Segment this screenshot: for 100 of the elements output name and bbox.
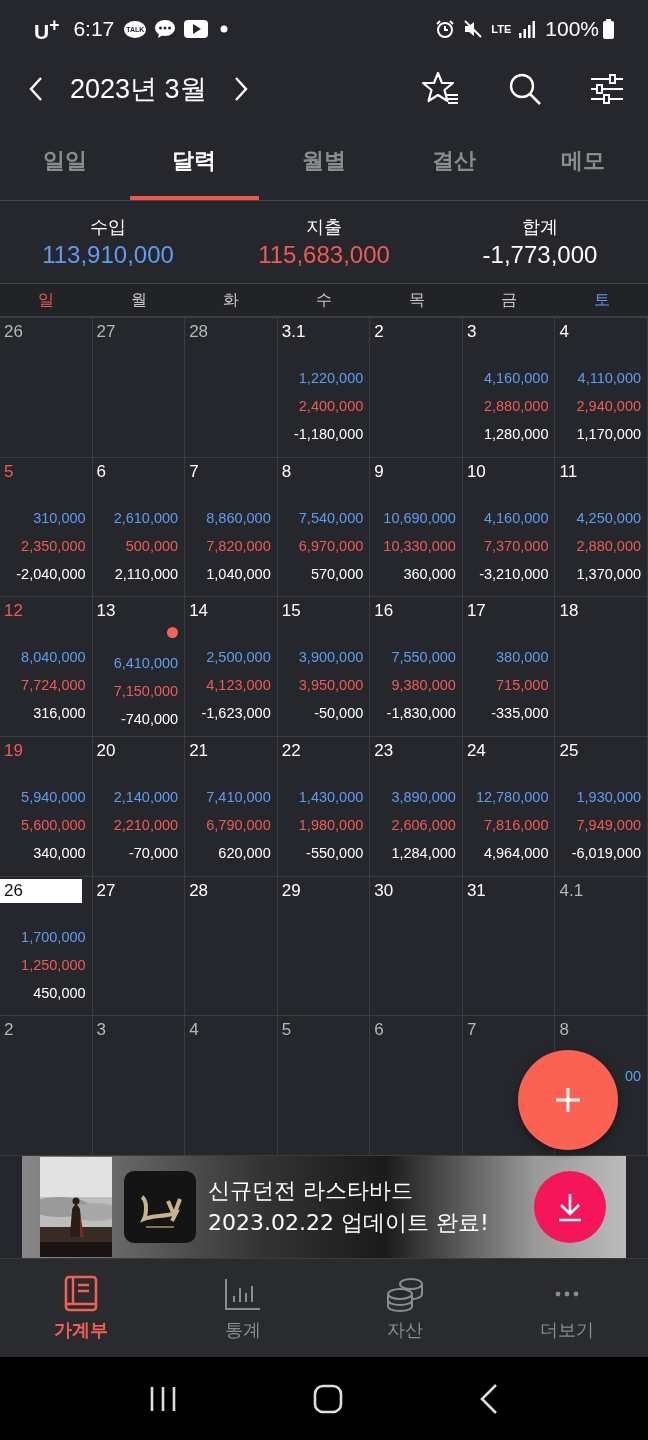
day-number[interactable]: 10 xyxy=(462,459,490,484)
total-amount: -3,210,000 xyxy=(479,564,549,584)
day-number[interactable]: 15 xyxy=(277,599,305,624)
day-number[interactable]: 13 xyxy=(92,599,120,624)
income-amount: 00 xyxy=(624,1067,642,1087)
day-number[interactable]: 27 xyxy=(92,878,120,903)
day-number[interactable]: 8 xyxy=(277,459,296,484)
day-number[interactable]: 17 xyxy=(462,599,490,624)
day-number[interactable]: 25 xyxy=(555,739,583,763)
expense-amount: 10,330,000 xyxy=(383,536,456,556)
day-number[interactable]: 22 xyxy=(277,739,305,763)
day-number[interactable]: 19 xyxy=(0,739,27,763)
battery-icon xyxy=(603,19,614,39)
expense-amount: 5,600,000 xyxy=(21,816,86,835)
income-amount: 7,550,000 xyxy=(391,648,456,668)
view-tab[interactable]: 결산 xyxy=(388,120,519,200)
nav-label: 자산 xyxy=(387,1318,423,1342)
play-icon xyxy=(184,20,209,38)
expense-amount: 2,210,000 xyxy=(113,816,179,835)
game-logo-icon xyxy=(124,1171,196,1243)
summary-label: 지출 xyxy=(306,215,342,239)
day-number[interactable]: 3 xyxy=(462,320,481,344)
day-number[interactable]: 18 xyxy=(555,599,583,624)
day-number[interactable]: 7 xyxy=(462,1018,481,1043)
day-number[interactable]: 14 xyxy=(185,599,213,624)
day-number[interactable]: 21 xyxy=(185,739,213,763)
income-amount: 4,250,000 xyxy=(576,508,642,528)
day-number[interactable]: 4 xyxy=(185,1018,203,1043)
day-number[interactable]: 23 xyxy=(370,739,398,763)
expense-amount: 2,880,000 xyxy=(483,397,549,416)
income-amount: 7,540,000 xyxy=(298,508,364,528)
total-amount: -1,830,000 xyxy=(386,704,456,724)
nav-tab[interactable]: 더보기 xyxy=(486,1259,648,1357)
expense-amount: 7,150,000 xyxy=(113,682,179,702)
expense-amount: 2,400,000 xyxy=(298,397,364,416)
day-number[interactable]: 31 xyxy=(462,878,490,903)
total-amount: 2,110,000 xyxy=(114,564,179,584)
day-number[interactable]: 11 xyxy=(555,459,582,484)
view-tab[interactable]: 월별 xyxy=(259,120,389,200)
day-number[interactable]: 5 xyxy=(277,1018,296,1043)
day-number[interactable]: 2 xyxy=(0,1018,18,1043)
day-number[interactable]: 28 xyxy=(185,320,213,344)
income-amount: 380,000 xyxy=(496,648,549,668)
total-amount: 1,370,000 xyxy=(576,564,642,584)
income-amount: 12,780,000 xyxy=(475,788,549,807)
income-amount: 3,890,000 xyxy=(391,788,456,807)
total-amount: -550,000 xyxy=(306,844,364,863)
summary-amount: 115,683,000 xyxy=(258,241,390,269)
day-number[interactable]: 29 xyxy=(277,878,305,903)
nav-tab[interactable]: 통계 xyxy=(162,1259,324,1357)
expense-amount: 2,940,000 xyxy=(576,397,642,416)
day-number[interactable]: 4 xyxy=(555,320,573,344)
expense-amount: 2,880,000 xyxy=(576,536,642,556)
view-tab[interactable]: 달력 xyxy=(129,120,260,200)
day-number[interactable]: 4.1 xyxy=(555,878,588,903)
total-amount: 570,000 xyxy=(310,564,364,584)
day-number[interactable]: 8 xyxy=(555,1018,573,1043)
battery-label: 100% xyxy=(545,17,599,41)
day-number[interactable]: 9 xyxy=(370,459,388,484)
day-number[interactable]: 16 xyxy=(370,599,398,624)
expense-amount: 7,816,000 xyxy=(483,816,549,835)
income-amount: 1,430,000 xyxy=(298,788,364,807)
day-number[interactable]: 7 xyxy=(185,459,203,484)
total-amount: 1,170,000 xyxy=(576,425,642,444)
day-number[interactable]: 6 xyxy=(92,459,111,484)
day-number[interactable]: 28 xyxy=(185,878,213,903)
day-number[interactable]: 3.1 xyxy=(277,320,310,344)
income-amount: 2,140,000 xyxy=(113,788,179,807)
view-tab[interactable]: 일일 xyxy=(0,120,130,200)
expense-amount: 1,980,000 xyxy=(298,816,364,835)
day-number[interactable]: 3 xyxy=(92,1018,111,1043)
total-amount: 4,964,000 xyxy=(483,844,549,863)
summary-label: 수입 xyxy=(90,215,126,239)
nav-tab[interactable]: 가계부 xyxy=(0,1259,162,1357)
summary-label: 합계 xyxy=(522,215,558,239)
total-amount: 360,000 xyxy=(403,564,456,584)
day-number[interactable]: 12 xyxy=(0,599,27,624)
expense-amount: 6,790,000 xyxy=(206,816,271,835)
day-number[interactable]: 2 xyxy=(370,320,388,344)
day-number[interactable]: 30 xyxy=(370,878,398,903)
day-number[interactable]: 26 xyxy=(0,878,82,903)
weekday-label: 목 xyxy=(407,289,426,311)
day-number[interactable]: 20 xyxy=(92,739,120,763)
weekday-label: 화 xyxy=(222,289,241,311)
signal-icon xyxy=(519,20,536,38)
day-number[interactable]: 27 xyxy=(92,320,120,344)
expense-amount: 7,724,000 xyxy=(21,676,86,696)
income-amount: 3,900,000 xyxy=(298,648,364,668)
nav-tab[interactable]: 자산 xyxy=(324,1259,486,1357)
day-number[interactable]: 6 xyxy=(370,1018,388,1043)
day-number[interactable]: 26 xyxy=(0,320,27,344)
day-number[interactable]: 5 xyxy=(0,459,18,484)
expense-amount: 2,606,000 xyxy=(391,816,456,835)
view-tab[interactable]: 메모 xyxy=(518,120,648,200)
day-number[interactable]: 24 xyxy=(462,739,490,763)
summary-amount: 113,910,000 xyxy=(42,241,174,269)
weekday-label: 금 xyxy=(500,289,519,311)
chat-bubble-icon xyxy=(154,19,177,39)
ad-text: 2023.02.22 업데이트 완료! xyxy=(208,1209,490,1237)
ad-text: 신규던전 라스타바드 xyxy=(208,1177,414,1205)
